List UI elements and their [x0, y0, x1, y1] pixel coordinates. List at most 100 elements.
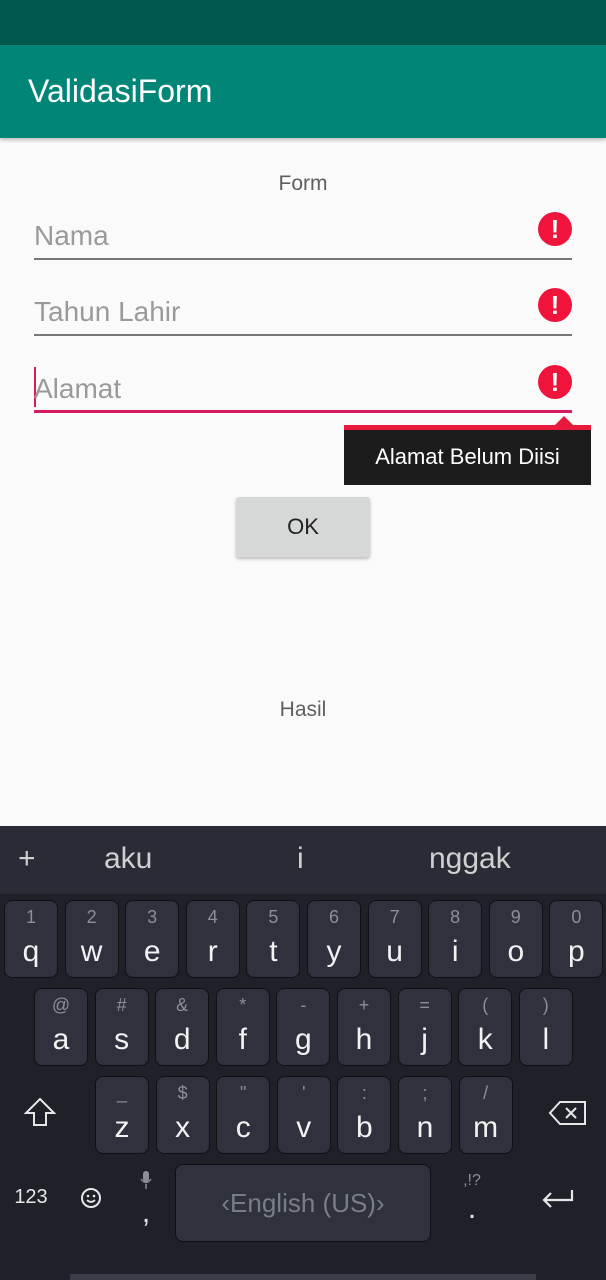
- tooltip-arrow: [555, 416, 573, 425]
- key-f[interactable]: * f: [215, 988, 270, 1066]
- key-label: d: [173, 1023, 191, 1056]
- key-s[interactable]: # s: [94, 988, 149, 1066]
- key-hint: 7: [389, 907, 400, 927]
- key-l[interactable]: ) l: [518, 988, 573, 1066]
- field-underline: [34, 334, 572, 336]
- key-label: e: [143, 935, 161, 968]
- key-c[interactable]: " c: [216, 1076, 271, 1154]
- suggestion-2[interactable]: i: [297, 842, 304, 876]
- key-hint: =: [419, 995, 430, 1015]
- alamat-placeholder: Alamat: [34, 373, 122, 404]
- key-q[interactable]: 1q: [4, 900, 58, 978]
- key-label: m: [473, 1111, 499, 1144]
- key-o[interactable]: 9o: [488, 900, 543, 978]
- tahun-lahir-placeholder: Tahun Lahir: [34, 296, 181, 327]
- key-label: k: [477, 1023, 493, 1056]
- key-v[interactable]: ' v: [276, 1076, 331, 1154]
- key-g[interactable]: -g: [276, 988, 331, 1066]
- tahun-lahir-field[interactable]: Tahun Lahir !: [34, 276, 572, 336]
- key-label: f: [238, 1023, 247, 1056]
- key-w[interactable]: 2w: [64, 900, 119, 978]
- emoji-icon[interactable]: [74, 1186, 108, 1215]
- key-hint: (: [482, 995, 489, 1015]
- key-label: r: [207, 935, 218, 968]
- key-label: p: [568, 935, 585, 968]
- key-label: u: [386, 935, 403, 968]
- key-hint: 8: [450, 907, 461, 927]
- key-hint: +: [358, 995, 370, 1015]
- comma-key[interactable]: ,: [128, 1170, 164, 1240]
- suggestion-bar: + aku i nggak: [0, 826, 606, 894]
- period-key[interactable]: ,!? .: [452, 1172, 492, 1242]
- key-u[interactable]: 7u: [367, 900, 422, 978]
- key-label: v: [296, 1111, 312, 1144]
- key-h[interactable]: + h: [337, 988, 391, 1066]
- status-bar: [0, 0, 606, 45]
- numbers-key[interactable]: 123: [0, 1186, 62, 1209]
- alamat-field[interactable]: Alamat !: [34, 353, 572, 413]
- key-label: q: [22, 935, 40, 968]
- backspace-icon[interactable]: [544, 1100, 592, 1131]
- key-hint: -: [300, 995, 307, 1015]
- navigation-handle: [70, 1274, 536, 1280]
- key-a[interactable]: @ a: [34, 988, 88, 1066]
- key-label: w: [80, 935, 103, 968]
- key-hint: _: [116, 1083, 127, 1103]
- microphone-icon: [140, 1171, 152, 1189]
- key-label: a: [52, 1023, 70, 1056]
- app-title: ValidasiForm: [28, 73, 213, 109]
- key-e[interactable]: 3e: [125, 900, 180, 978]
- key-n[interactable]: ; n: [398, 1076, 452, 1154]
- key-hint: 9: [510, 907, 521, 927]
- space-bar[interactable]: ‹English (US)›: [175, 1164, 431, 1242]
- suggestion-3[interactable]: nggak: [429, 842, 511, 876]
- form-content: Form Nama ! Tahun Lahir ! Alamat ! Alama…: [0, 138, 606, 826]
- key-x[interactable]: $ x: [155, 1076, 210, 1154]
- key-hint: 4: [207, 907, 218, 927]
- key-b[interactable]: :b: [337, 1076, 392, 1154]
- key-hint: 2: [86, 907, 97, 927]
- exclamation-icon: !: [538, 365, 572, 399]
- key-p[interactable]: 0p: [549, 900, 604, 978]
- plus-icon[interactable]: +: [18, 842, 36, 876]
- key-t[interactable]: 5t: [246, 900, 301, 978]
- ok-button[interactable]: OK: [236, 497, 370, 557]
- key-label: t: [269, 935, 278, 968]
- exclamation-icon: !: [538, 288, 572, 322]
- key-hint: @: [51, 995, 71, 1015]
- key-label: b: [356, 1111, 373, 1144]
- key-hint: 5: [268, 907, 279, 927]
- nama-placeholder: Nama: [34, 220, 109, 251]
- key-hint: ": [239, 1083, 247, 1103]
- suggestion-1[interactable]: aku: [104, 842, 152, 876]
- key-hint: $: [177, 1083, 188, 1103]
- shift-icon[interactable]: [18, 1096, 62, 1133]
- key-hint: &: [176, 995, 189, 1015]
- key-d[interactable]: & d: [155, 988, 210, 1066]
- key-y[interactable]: 6y: [307, 900, 361, 978]
- key-r[interactable]: 4r: [185, 900, 240, 978]
- key-z[interactable]: _ z: [95, 1076, 149, 1154]
- key-label: h: [355, 1023, 373, 1056]
- app-bar: ValidasiForm: [0, 45, 606, 138]
- key-label: s: [114, 1023, 130, 1056]
- key-label: o: [507, 935, 525, 968]
- key-i[interactable]: 8i: [428, 900, 483, 978]
- key-m[interactable]: / m: [458, 1076, 513, 1154]
- key-hint: 6: [328, 907, 339, 927]
- period-label: .: [467, 1192, 477, 1225]
- key-hint: /: [483, 1083, 489, 1103]
- field-underline: [34, 258, 572, 260]
- form-heading: Form: [278, 172, 328, 195]
- nama-field[interactable]: Nama !: [34, 200, 572, 260]
- key-hint: 3: [147, 907, 158, 927]
- enter-icon[interactable]: [534, 1186, 582, 1219]
- key-k[interactable]: (k: [458, 988, 513, 1066]
- comma-label: ,: [141, 1196, 151, 1229]
- key-label: j: [421, 1023, 428, 1056]
- key-hint: 1: [25, 907, 36, 927]
- key-j[interactable]: = j: [397, 988, 452, 1066]
- key-hint: ): [542, 995, 549, 1015]
- error-tooltip-text: Alamat Belum Diisi: [375, 444, 560, 469]
- soft-keyboard: + aku i nggak 1 q 2 w 3 e 4 r 5 t 6 y 7 u 8 i 9 o 0 p @ a # s & d…: [0, 826, 606, 1280]
